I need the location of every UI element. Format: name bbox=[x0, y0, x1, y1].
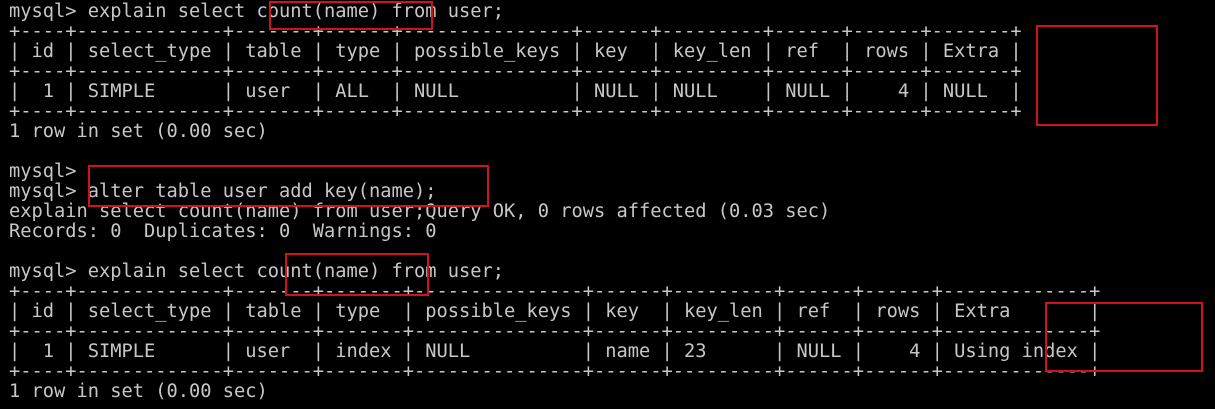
terminal-line: 1 row in set (0.00 sec) bbox=[9, 381, 268, 402]
highlight-box-alter-table bbox=[88, 165, 489, 207]
terminal-line: | 1 | SIMPLE | user | index | NULL | nam… bbox=[9, 341, 1101, 362]
terminal-line: mysql> explain select count(name) from u… bbox=[9, 261, 505, 282]
terminal-line: | id | select_type | table | type | poss… bbox=[9, 301, 1101, 322]
terminal-line: +----+-------------+-------+-------+----… bbox=[9, 361, 1101, 382]
highlight-box-extra-using-index bbox=[1045, 302, 1203, 372]
terminal-line: 1 row in set (0.00 sec) bbox=[9, 121, 268, 142]
highlight-box-extra-null bbox=[1036, 25, 1158, 126]
terminal-line: Records: 0 Duplicates: 0 Warnings: 0 bbox=[9, 221, 437, 242]
terminal-line: +----+-------------+-------+-------+----… bbox=[9, 321, 1101, 342]
highlight-box-count-name-2 bbox=[285, 253, 429, 296]
terminal-line: +----+-------------+-------+-------+----… bbox=[9, 281, 1101, 302]
terminal-line: | id | select_type | table | type | poss… bbox=[9, 41, 1022, 62]
terminal-line: | 1 | SIMPLE | user | ALL | NULL | NULL … bbox=[9, 81, 1022, 102]
terminal-line: +----+-------------+-------+------+-----… bbox=[9, 61, 1022, 82]
terminal-line: +----+-------------+-------+------+-----… bbox=[9, 21, 1022, 42]
terminal-line: +----+-------------+-------+------+-----… bbox=[9, 101, 1022, 122]
terminal-line: mysql> explain select count(name) from u… bbox=[9, 1, 505, 22]
highlight-box-count-name-1 bbox=[269, 1, 433, 30]
